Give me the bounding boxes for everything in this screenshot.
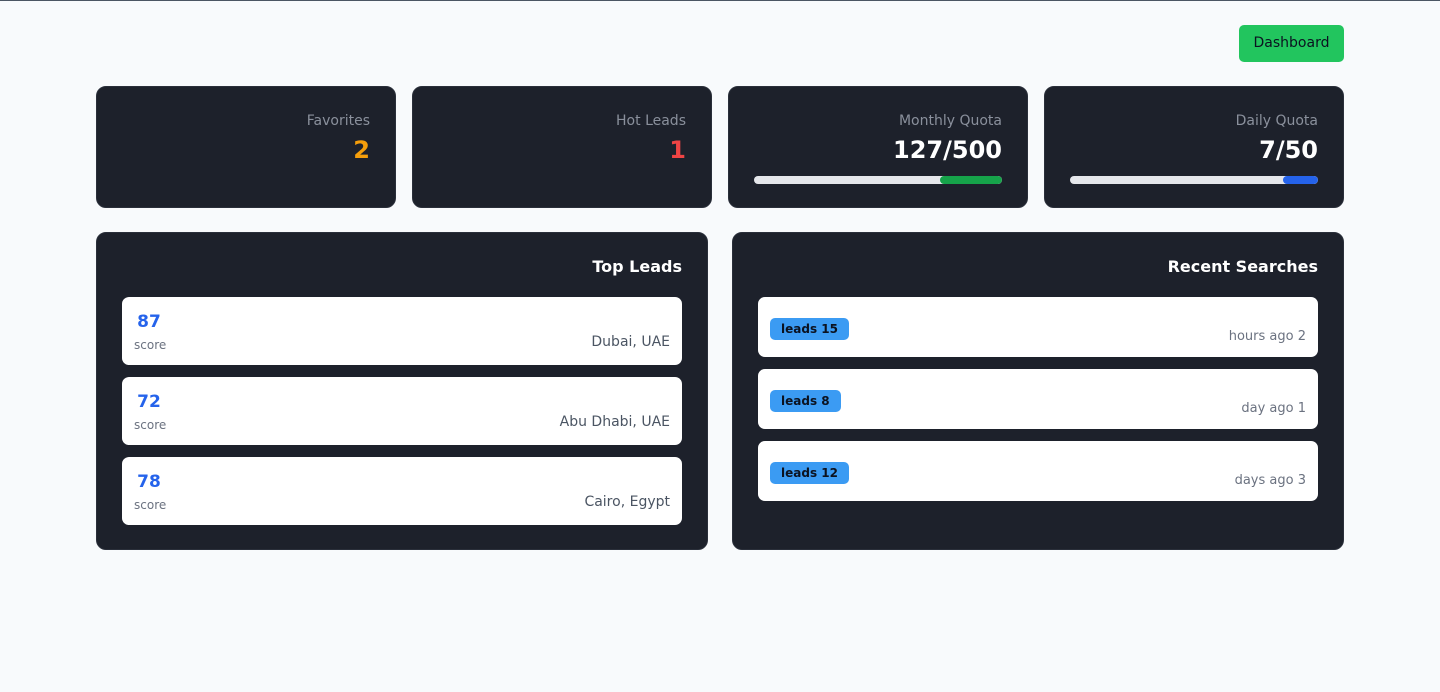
monthly-quota-card: Monthly Quota 127/500 [728,86,1028,208]
search-timestamp: day ago 1 [1241,401,1306,416]
monthly-quota-progress-bar [754,176,1002,184]
lead-location: Abu Dhabi, UAE [559,414,670,430]
search-timestamp: hours ago 2 [1228,329,1306,344]
lead-location: Cairo, Egypt [584,494,670,510]
leads-count-badge: leads 8 [770,390,841,412]
dashboard-button[interactable]: Dashboard [1239,25,1344,62]
leads-count-badge: leads 15 [770,318,849,340]
search-timestamp: days ago 3 [1234,473,1306,488]
lead-item[interactable]: 87 score Dubai, UAE [122,297,682,365]
hot-leads-card: Hot Leads 1 [412,86,712,208]
lead-item[interactable]: 78 score Cairo, Egypt [122,457,682,525]
lead-score-label: score [134,498,167,512]
recent-searches-panel: Recent Searches leads 15 hours ago 2 lea… [732,232,1344,550]
lead-score-label: score [134,418,167,432]
search-item[interactable]: leads 8 day ago 1 [758,369,1318,429]
lead-score-label: score [134,338,167,352]
daily-quota-label: Daily Quota [1235,113,1318,129]
hot-leads-count: 1 [669,136,686,164]
hot-leads-label: Hot Leads [616,113,686,129]
recent-searches-title: Recent Searches [1167,257,1318,276]
lead-location: Dubai, UAE [591,334,670,350]
favorites-label: Favorites [306,113,370,129]
lead-item[interactable]: 72 score Abu Dhabi, UAE [122,377,682,445]
daily-quota-progress-fill [1283,176,1318,184]
top-leads-title: Top Leads [592,257,682,276]
monthly-quota-progress-fill [940,176,1002,184]
lead-score: 87 [137,312,161,332]
daily-quota-value: 7/50 [1259,136,1318,164]
favorites-count: 2 [353,136,370,164]
lead-score: 78 [137,472,161,492]
lead-score: 72 [137,392,161,412]
leads-count-badge: leads 12 [770,462,849,484]
monthly-quota-value: 127/500 [893,136,1002,164]
monthly-quota-label: Monthly Quota [898,113,1002,129]
daily-quota-progress-bar [1070,176,1318,184]
daily-quota-card: Daily Quota 7/50 [1044,86,1344,208]
top-leads-panel: Top Leads 87 score Dubai, UAE 72 score A… [96,232,708,550]
favorites-card: Favorites 2 [96,86,396,208]
search-item[interactable]: leads 12 days ago 3 [758,441,1318,501]
search-item[interactable]: leads 15 hours ago 2 [758,297,1318,357]
